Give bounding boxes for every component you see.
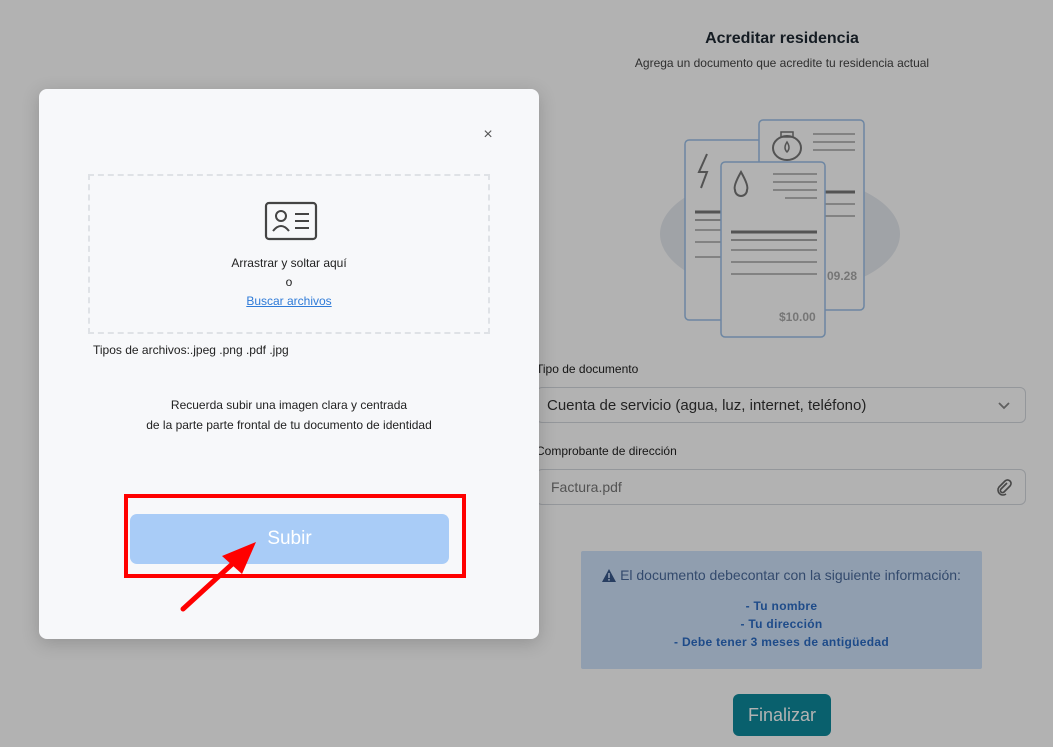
upload-reminder: Recuerda subir una imagen clara y centra… xyxy=(99,395,479,435)
close-icon[interactable]: × xyxy=(479,126,497,144)
file-dropzone[interactable]: Arrastrar y soltar aquí o Buscar archivo… xyxy=(88,174,490,334)
reminder-line-1: Recuerda subir una imagen clara y centra… xyxy=(170,398,408,412)
upload-button[interactable]: Subir xyxy=(130,514,449,564)
file-types-text: Tipos de archivos:.jpeg .png .pdf .jpg xyxy=(93,343,289,357)
id-card-icon xyxy=(264,201,318,241)
dropzone-drag-text: Arrastrar y soltar aquí xyxy=(231,256,347,270)
dropzone-or-text: o xyxy=(285,275,293,289)
upload-modal: × Arrastrar y soltar aquí o Buscar archi… xyxy=(39,89,539,639)
reminder-line-2: de la parte parte frontal de tu document… xyxy=(146,418,432,432)
browse-files-link[interactable]: Buscar archivos xyxy=(90,294,488,308)
